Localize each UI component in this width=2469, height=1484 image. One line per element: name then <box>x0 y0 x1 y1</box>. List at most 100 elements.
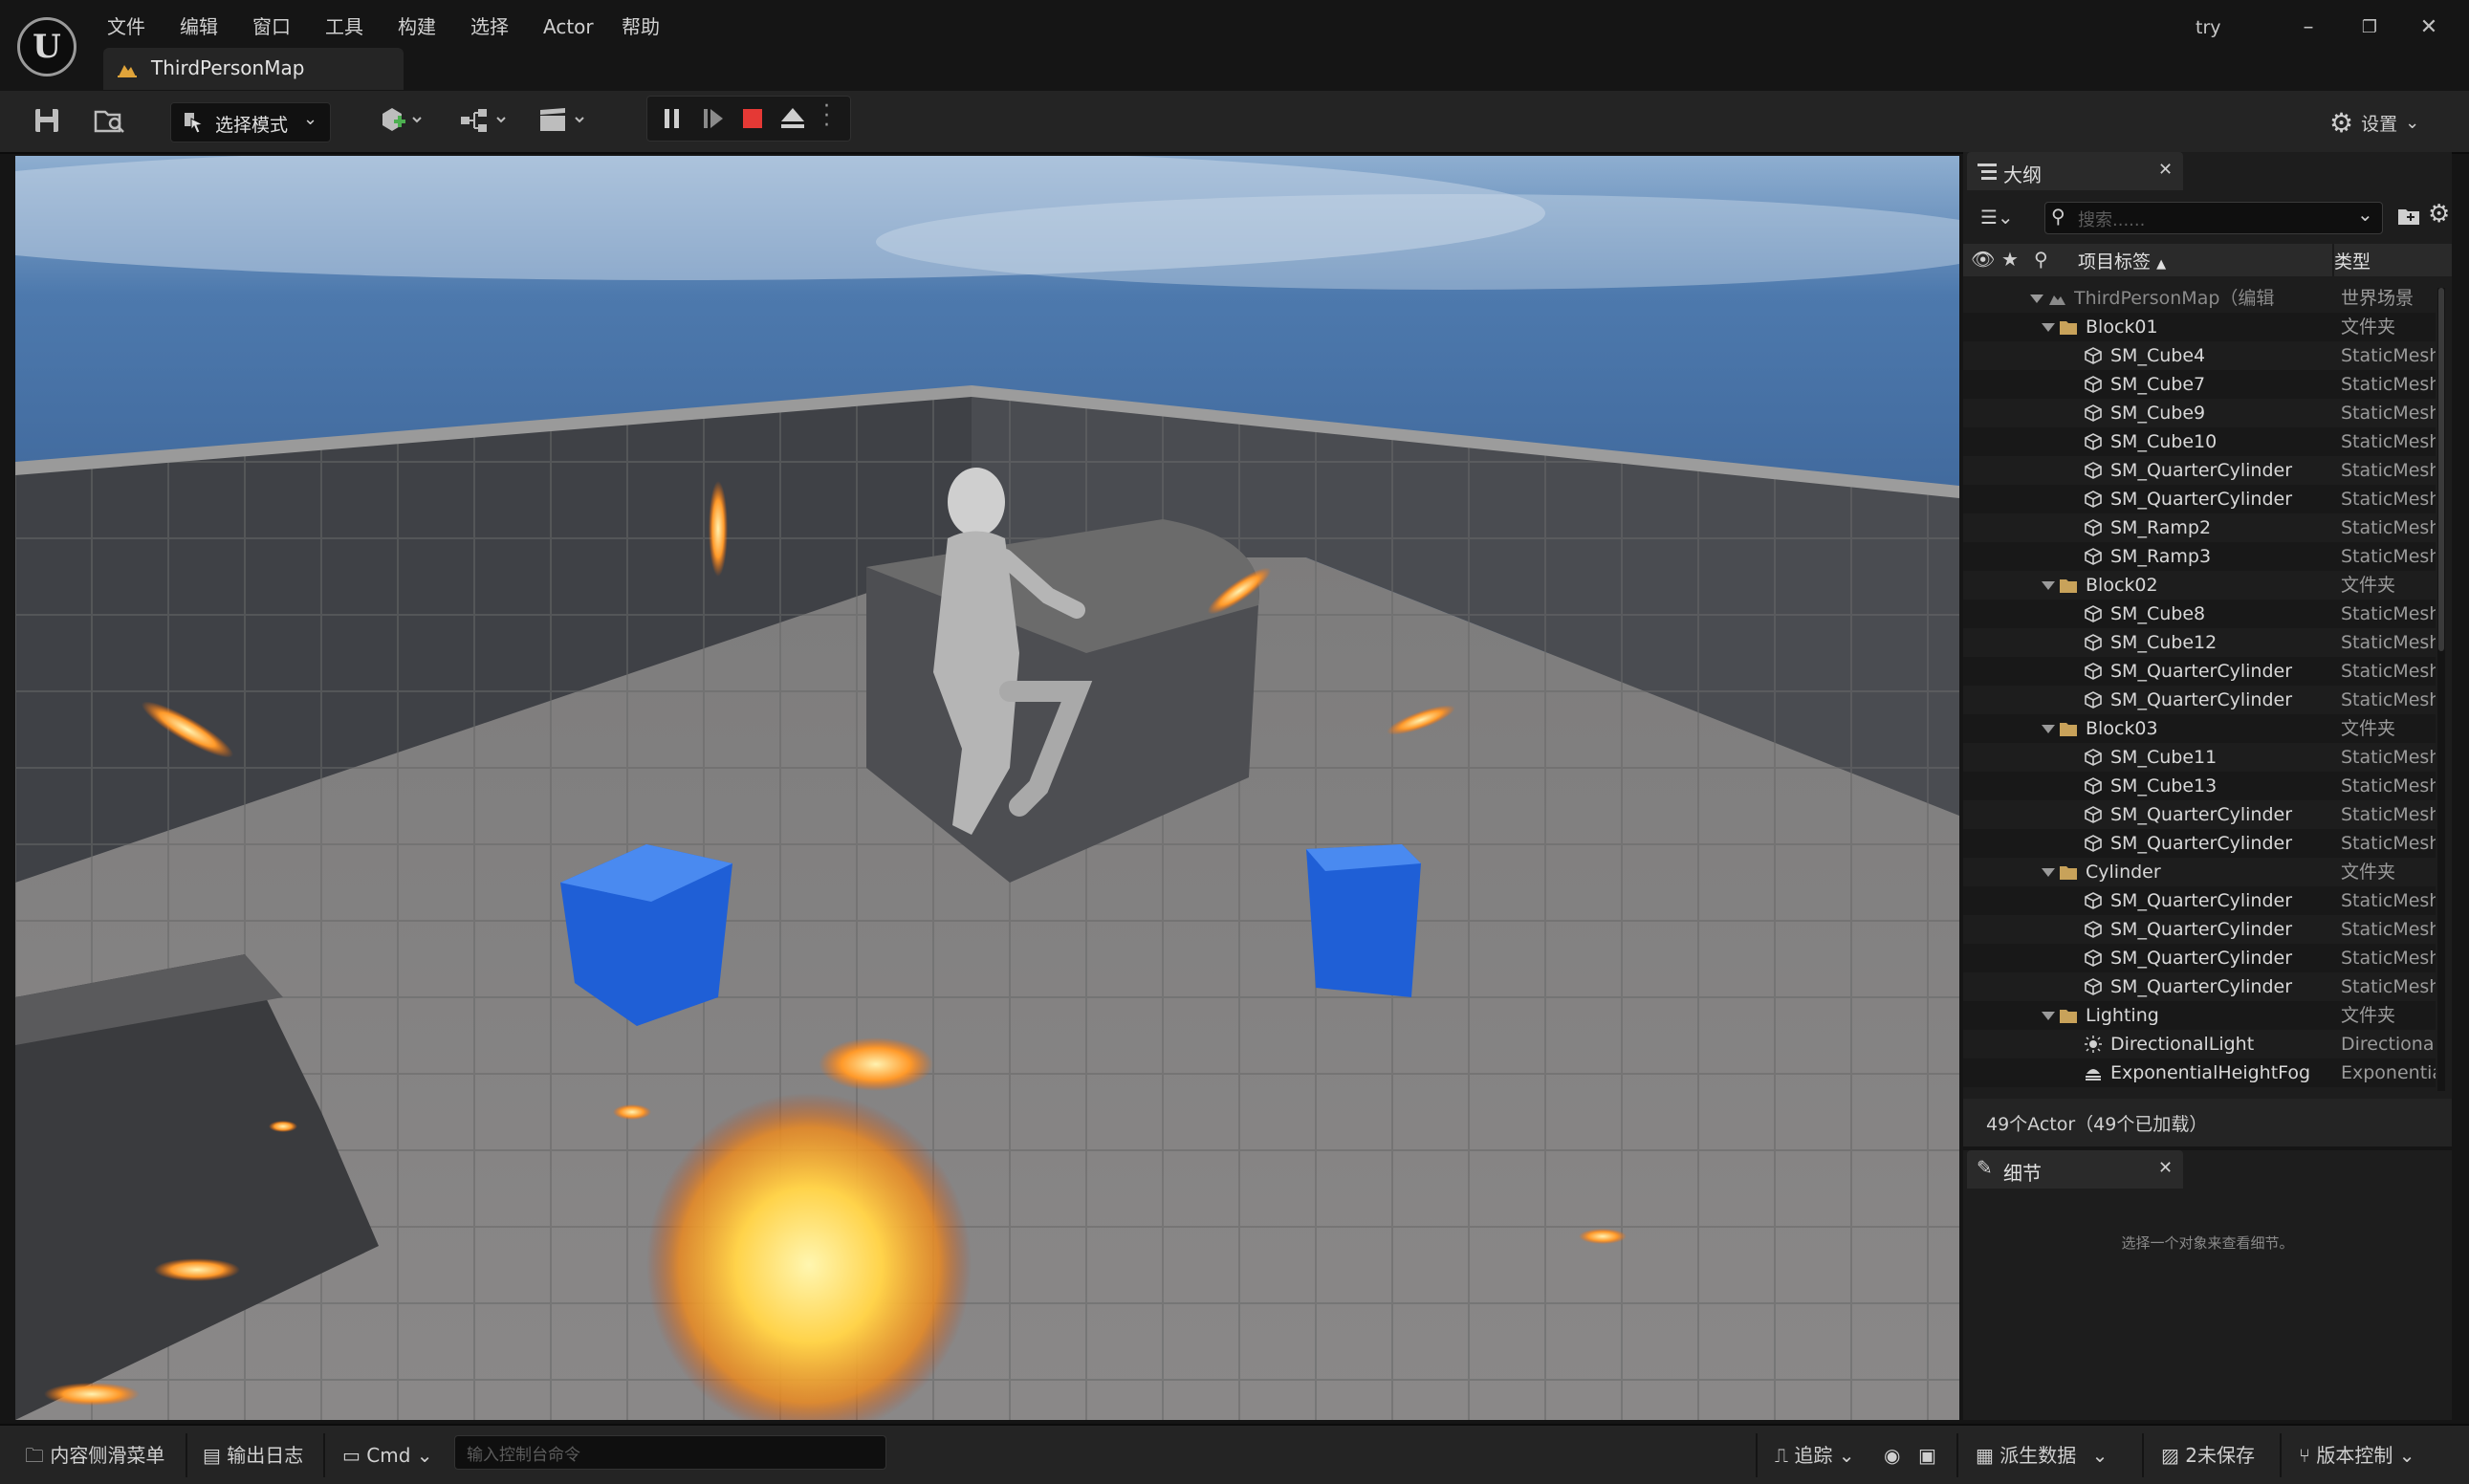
close-tab-icon[interactable]: ✕ <box>2158 1158 2173 1178</box>
blueprint-icon[interactable] <box>459 104 513 137</box>
menu-help[interactable]: 帮助 <box>612 11 669 42</box>
content-drawer-button[interactable]: 🗀 内容侧滑菜单 <box>25 1439 164 1472</box>
menu-build[interactable]: 构建 <box>388 11 446 42</box>
document-tab[interactable]: ThirdPersonMap <box>103 48 404 90</box>
outliner-row[interactable]: Lighting 文件夹 <box>1963 1001 2436 1030</box>
step-frame-icon[interactable] <box>701 106 726 131</box>
filter-icon[interactable]: ☰⌄ <box>1980 206 2014 229</box>
expand-arrow-icon[interactable] <box>2042 1012 2055 1020</box>
restore-icon[interactable]: ❐ <box>2349 11 2391 44</box>
outliner-tab-label: 大纲 <box>2003 164 2042 186</box>
outliner-row[interactable]: SM_QuarterCylinder StaticMesh <box>1963 485 2436 513</box>
select-mode-dropdown[interactable]: 选择模式 ⌄ <box>170 102 331 142</box>
outliner-row-label: ExponentialHeightFog <box>2110 1062 2311 1083</box>
add-folder-icon[interactable] <box>2397 206 2420 227</box>
menu-file[interactable]: 文件 <box>98 11 155 42</box>
eject-icon[interactable] <box>779 106 806 131</box>
outliner-row-label: SM_Cube8 <box>2110 603 2206 624</box>
column-type-label[interactable]: 类型 <box>2334 248 2371 273</box>
unreal-logo-icon[interactable]: U <box>17 17 76 76</box>
menu-tools[interactable]: 工具 <box>316 11 373 42</box>
minimize-icon[interactable]: – <box>2287 11 2329 44</box>
outliner-row[interactable]: SM_Cube9 StaticMesh <box>1963 399 2436 427</box>
outliner-search-input[interactable]: ⚲ 搜索...... ⌄ <box>2044 202 2383 234</box>
expand-arrow-icon[interactable] <box>2042 725 2055 733</box>
outliner-row[interactable]: SM_QuarterCylinder StaticMesh <box>1963 456 2436 485</box>
output-log-button[interactable]: ▤ 输出日志 <box>203 1439 303 1472</box>
outliner-row[interactable]: Block01 文件夹 <box>1963 313 2436 341</box>
outliner-row[interactable]: DirectionalLight Directional <box>1963 1030 2436 1058</box>
outliner-row[interactable]: SM_QuarterCylinder StaticMesh <box>1963 657 2436 686</box>
save-icon[interactable] <box>33 106 61 135</box>
chevron-down-icon: ⌄ <box>416 1444 433 1467</box>
outliner-row[interactable]: SM_Cube13 StaticMesh <box>1963 772 2436 800</box>
outliner-row[interactable]: SM_Cube7 StaticMesh <box>1963 370 2436 399</box>
outliner-row[interactable]: SM_Cube8 StaticMesh <box>1963 600 2436 628</box>
record-icon[interactable]: ◉ <box>1884 1439 1900 1472</box>
menu-edit[interactable]: 编辑 <box>170 11 228 42</box>
outliner-row[interactable]: SM_QuarterCylinder StaticMesh <box>1963 972 2436 1001</box>
static-mesh-icon <box>2085 433 2102 450</box>
outliner-row[interactable]: SM_Cube10 StaticMesh <box>1963 427 2436 456</box>
settings-gear-icon[interactable]: ⚙ <box>2428 200 2450 229</box>
outliner-row[interactable]: SM_QuarterCylinder StaticMesh <box>1963 886 2436 915</box>
derived-data-dropdown[interactable]: ▦ 派生数据 ⌄ <box>1976 1439 2108 1472</box>
content-drawer-icon: 🗀 <box>25 1444 44 1467</box>
source-control-label: 版本控制 <box>2316 1444 2393 1467</box>
outliner-row[interactable]: SM_QuarterCylinder StaticMesh <box>1963 800 2436 829</box>
cmd-dropdown[interactable]: ▭ Cmd ⌄ <box>342 1439 433 1472</box>
outliner-row-label: SM_Cube7 <box>2110 374 2206 395</box>
settings-button[interactable]: ⚙ 设置 ⌄ <box>2329 103 2419 142</box>
column-item-label[interactable]: 项目标签 ▲ <box>2078 248 2166 273</box>
level-viewport[interactable] <box>15 156 1959 1420</box>
outliner-row[interactable]: Cylinder 文件夹 <box>1963 858 2436 886</box>
outliner-row[interactable]: ExponentialHeightFog Exponentia <box>1963 1058 2436 1087</box>
menu-select[interactable]: 选择 <box>461 11 518 42</box>
outliner-row[interactable]: Block02 文件夹 <box>1963 571 2436 600</box>
outliner-row[interactable]: SM_QuarterCylinder StaticMesh <box>1963 944 2436 972</box>
outliner-row[interactable]: ThirdPersonMap（编辑 世界场景 <box>1963 284 2436 313</box>
settings-label: 设置 <box>2361 113 2398 135</box>
play-options-icon[interactable]: · · · <box>823 97 831 137</box>
console-command-input[interactable]: 输入控制台命令 <box>454 1435 886 1470</box>
close-icon[interactable]: ✕ <box>2408 11 2450 44</box>
outliner-scrollbar[interactable] <box>2437 288 2445 1091</box>
expand-arrow-icon[interactable] <box>2042 581 2055 590</box>
menu-window[interactable]: 窗口 <box>243 11 300 42</box>
outliner-row[interactable]: SM_QuarterCylinder StaticMesh <box>1963 829 2436 858</box>
expand-arrow-icon[interactable] <box>2030 295 2043 303</box>
details-tab[interactable]: ✎ 细节 ✕ <box>1967 1150 2183 1189</box>
stop-icon[interactable] <box>741 107 764 130</box>
trace-dropdown[interactable]: ⎍ 追踪 ⌄ <box>1775 1439 1854 1472</box>
outliner-row[interactable]: SM_QuarterCylinder StaticMesh <box>1963 686 2436 714</box>
outliner-row[interactable]: Block03 文件夹 <box>1963 714 2436 743</box>
star-icon[interactable]: ★ <box>2001 248 2019 271</box>
outliner-row[interactable]: SM_Cube4 StaticMesh <box>1963 341 2436 370</box>
static-mesh-icon <box>2085 347 2102 364</box>
add-actor-icon[interactable] <box>379 104 426 137</box>
outliner-tab[interactable]: 大纲 ✕ <box>1967 152 2183 190</box>
menu-actor[interactable]: Actor <box>534 11 603 42</box>
outliner-row[interactable]: SM_Ramp3 StaticMesh <box>1963 542 2436 571</box>
outliner-row-label: SM_QuarterCylinder <box>2110 661 2293 682</box>
expand-arrow-icon[interactable] <box>2042 323 2055 332</box>
outliner-row-label: SM_QuarterCylinder <box>2110 689 2293 710</box>
expand-arrow-icon[interactable] <box>2042 868 2055 877</box>
browse-icon[interactable] <box>94 106 126 135</box>
pause-icon[interactable] <box>661 106 684 131</box>
close-tab-icon[interactable]: ✕ <box>2158 160 2173 180</box>
visibility-icon[interactable]: 👁 <box>1971 248 1995 271</box>
source-control-dropdown[interactable]: ⑂ 版本控制 ⌄ <box>2299 1439 2414 1472</box>
unsaved-button[interactable]: ▨ 2未保存 <box>2161 1439 2255 1472</box>
static-mesh-icon <box>2085 835 2102 852</box>
outliner-row[interactable]: SM_QuarterCylinder StaticMesh <box>1963 915 2436 944</box>
pin-icon[interactable]: ⚲ <box>2034 248 2048 271</box>
outliner-row-type: StaticMesh <box>2341 374 2436 395</box>
cinematics-icon[interactable] <box>537 104 591 137</box>
outliner-row[interactable]: SM_Cube12 StaticMesh <box>1963 628 2436 657</box>
outliner-row[interactable]: SM_Cube11 StaticMesh <box>1963 743 2436 772</box>
outliner-row[interactable]: SM_Ramp2 StaticMesh <box>1963 513 2436 542</box>
screenshot-icon[interactable]: ▣ <box>1918 1439 1936 1472</box>
static-mesh-icon <box>2085 605 2102 622</box>
search-icon: ⚲ <box>2051 205 2065 228</box>
